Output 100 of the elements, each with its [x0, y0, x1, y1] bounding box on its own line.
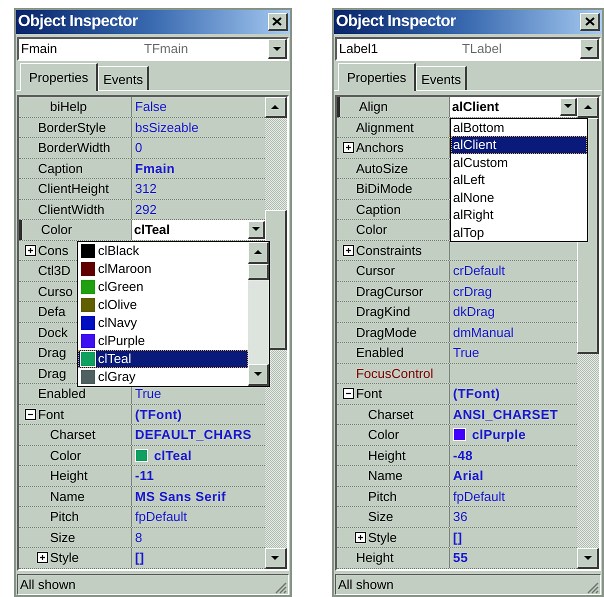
object-type: TLabel	[462, 40, 503, 58]
collapse-icon[interactable]	[342, 388, 354, 400]
property-value: dkDrag	[452, 303, 495, 322]
property-name: Name	[368, 467, 403, 486]
down-arrow-icon	[272, 46, 282, 52]
object-type: TFmain	[144, 40, 190, 58]
status-text: All shown	[336, 576, 394, 594]
dropdown-option[interactable]: clBlack	[78, 242, 248, 260]
close-button[interactable]	[580, 13, 600, 31]
scroll-up-button[interactable]	[577, 97, 599, 118]
property-name: Pitch	[50, 508, 79, 526]
property-name: Drag	[38, 344, 66, 362]
window-title: Object Inspector	[336, 12, 456, 32]
scroll-up-button[interactable]	[248, 242, 269, 264]
dropdown-option[interactable]: alTop	[450, 224, 587, 241]
dropdown-button[interactable]	[560, 98, 577, 116]
object-selector[interactable]: Fmain TFmain	[17, 37, 289, 61]
property-value: []	[134, 549, 144, 568]
close-icon	[584, 17, 594, 26]
dropdown-option[interactable]: alNone	[450, 188, 587, 206]
dropdown-option[interactable]: alBottom	[450, 118, 587, 136]
tab[interactable]: Events	[416, 66, 467, 90]
expand-icon[interactable]	[342, 142, 354, 154]
tab[interactable]: Events	[98, 66, 149, 90]
up-arrow-icon	[582, 104, 592, 110]
dropdown-button[interactable]	[248, 220, 265, 239]
down-arrow-icon	[250, 226, 261, 232]
property-value: crDrag	[452, 282, 492, 301]
dropdown-option[interactable]: clNavy	[78, 314, 248, 332]
resize-grip-icon	[587, 582, 599, 594]
dropdown-option[interactable]: alLeft	[450, 171, 587, 188]
expand-icon[interactable]	[342, 244, 354, 256]
property-name: biHelp	[50, 98, 87, 116]
property-value: crDefault	[452, 262, 506, 280]
property-name: AutoSize	[356, 160, 408, 178]
property-name: FocusControl	[356, 364, 434, 383]
property-value: fpDefault	[452, 488, 506, 506]
dropdown-option[interactable]: clGray	[78, 368, 248, 386]
dropdown-option[interactable]: clMaroon	[78, 260, 248, 278]
dropdown-option[interactable]: clTeal	[78, 350, 248, 368]
property-name: ClientWidth	[38, 200, 104, 219]
property-value: (TFont)	[134, 406, 182, 424]
property-name: Alignment	[356, 118, 414, 137]
value-field[interactable]: clTeal	[132, 220, 265, 240]
value-field[interactable]: alClient	[450, 97, 577, 116]
property-value: DEFAULT_CHARS	[134, 426, 252, 444]
property-name: Color	[356, 221, 388, 240]
property-value: fpDefault	[134, 508, 188, 526]
dropdown-button[interactable]	[580, 39, 599, 59]
property-value: Fmain	[134, 160, 175, 178]
property-name: Color	[50, 446, 82, 465]
dropdown-option[interactable]: alRight	[450, 206, 587, 224]
dropdown-button[interactable]	[268, 39, 287, 59]
status-text: All shown	[19, 576, 76, 594]
dropdown-option[interactable]: alClient	[450, 136, 587, 154]
property-value: ANSI_CHARSET	[452, 406, 558, 424]
property-name: Anchors	[356, 139, 404, 158]
property-value: 55	[452, 549, 468, 568]
dropdown-option[interactable]: alCustom	[450, 154, 587, 171]
scroll-down-button[interactable]	[577, 548, 599, 568]
close-icon	[272, 17, 282, 26]
scroll-down-button[interactable]	[248, 364, 269, 386]
property-name: Ctl3D	[38, 262, 71, 280]
property-value: -48	[452, 446, 473, 465]
up-arrow-icon	[270, 104, 280, 110]
property-name: DragMode	[356, 324, 417, 342]
scroll-thumb[interactable]	[248, 264, 269, 280]
tab[interactable]: Properties	[20, 63, 98, 91]
expand-icon[interactable]	[25, 244, 36, 256]
expand-icon[interactable]	[354, 532, 366, 543]
property-value: (TFont)	[452, 385, 500, 404]
expand-icon[interactable]	[37, 552, 48, 564]
property-value: 36	[452, 508, 468, 526]
object-selector[interactable]: Label1 TLabel	[334, 37, 601, 61]
property-value: clPurple	[470, 426, 526, 444]
property-name: Name	[50, 488, 85, 506]
tab[interactable]: Properties	[338, 63, 416, 91]
property-value: []	[452, 528, 462, 547]
scroll-up-button[interactable]	[264, 97, 287, 118]
property-value: -11	[134, 467, 154, 486]
property-name: Drag	[38, 364, 66, 383]
property-name: Caption	[356, 200, 401, 219]
dropdown-option[interactable]: clOlive	[78, 296, 248, 314]
property-value: 292	[134, 200, 157, 219]
dropdown-option[interactable]: clPurple	[78, 332, 248, 350]
down-arrow-icon	[563, 103, 573, 110]
property-value: Arial	[452, 467, 484, 486]
property-name: DragCursor	[356, 282, 424, 301]
property-value: 312	[134, 180, 157, 198]
property-name: Font	[356, 385, 382, 404]
property-name: Curso	[38, 282, 73, 301]
scroll-down-button[interactable]	[264, 548, 287, 568]
dropdown-option[interactable]: clGreen	[78, 278, 248, 296]
collapse-icon[interactable]	[25, 408, 36, 420]
property-name: BorderStyle	[38, 118, 106, 137]
property-name: Height	[50, 467, 88, 486]
close-button[interactable]	[268, 13, 288, 31]
property-name: Align	[358, 98, 388, 116]
property-name: Enabled	[356, 344, 404, 362]
property-value: True	[134, 385, 162, 404]
